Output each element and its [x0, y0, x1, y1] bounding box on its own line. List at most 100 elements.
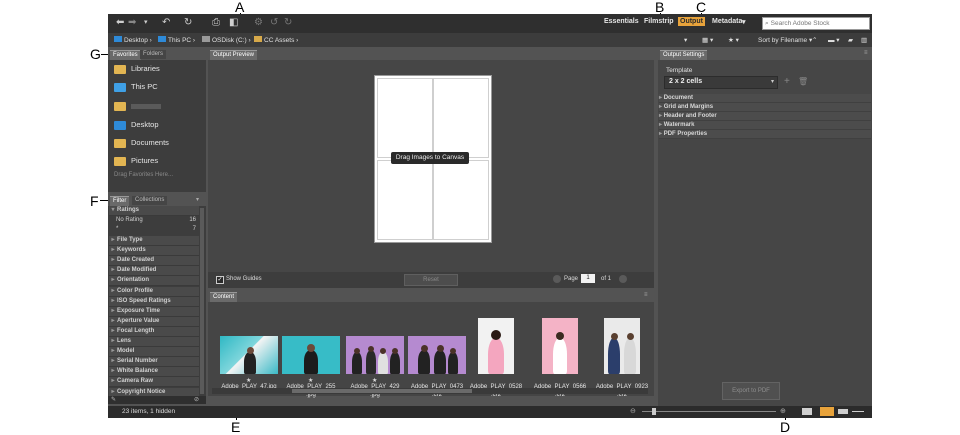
search-input[interactable]: ⌕ Search Adobe Stock [762, 17, 870, 30]
filter-one-star[interactable]: * 7 [116, 226, 196, 232]
filter-model[interactable]: ▸ Model [109, 347, 199, 358]
filter-date-created[interactable]: ▸ Date Created [109, 256, 199, 267]
thumbnail-image[interactable] [542, 318, 578, 374]
tab-filter[interactable]: Filter [110, 196, 130, 206]
workspace-essentials[interactable]: Essentials [604, 18, 639, 25]
tab-collections[interactable]: Collections [132, 196, 168, 205]
zoom-out-icon[interactable]: ⊖ [630, 407, 636, 415]
tab-output-preview[interactable]: Output Preview [210, 50, 258, 60]
section-watermark[interactable]: ▸ Watermark [659, 121, 871, 130]
content-scrollbar[interactable] [212, 388, 648, 394]
favorite-this-pc[interactable]: This PC [114, 80, 158, 94]
breadcrumb-desktop[interactable]: Desktop › [114, 36, 152, 44]
thumbnail-image[interactable] [346, 336, 404, 374]
filter-aperture-value[interactable]: ▸ Aperture Value [109, 316, 199, 327]
rating-filter-icon[interactable]: ★ ▾ [728, 36, 739, 44]
thumbnail-image[interactable] [478, 318, 514, 374]
tab-content[interactable]: Content [210, 292, 238, 302]
filter-orientation[interactable]: ▸ Orientation [109, 276, 199, 287]
favorite-libraries[interactable]: Libraries [114, 62, 160, 76]
section-header-and-footer[interactable]: ▸ Header and Footer [659, 112, 871, 121]
thumbnail-size-slider[interactable] [642, 408, 776, 415]
rotate-left-icon[interactable]: ↺ [270, 17, 278, 29]
workspace-metadata[interactable]: Metadata [712, 18, 742, 25]
section-pdf-properties[interactable]: ▸ PDF Properties [659, 130, 871, 139]
section-document[interactable]: ▸ Document [659, 94, 871, 103]
workspace-filmstrip[interactable]: Filmstrip [644, 18, 674, 25]
recent-folders-icon[interactable]: ▬ ▾ [828, 36, 840, 44]
filter-file-type[interactable]: ▸ File Type [109, 236, 199, 246]
tab-folders[interactable]: Folders [140, 50, 167, 59]
filter-camera-raw[interactable]: ▸ Camera Raw [109, 377, 199, 388]
rating-star[interactable]: ★ [246, 377, 251, 384]
rating-star[interactable]: ★ [308, 377, 313, 384]
view-thumbnails-icon[interactable]: ▦ ▾ [702, 36, 713, 44]
rotate-right-icon[interactable]: ↻ [284, 17, 292, 29]
preview-page[interactable]: Drag Images to Canvas [374, 75, 492, 243]
breadcrumb-osdisk[interactable]: OSDisk (C:) › [202, 36, 251, 44]
add-template-icon[interactable]: + [784, 76, 790, 87]
export-to-pdf-button[interactable]: Export to PDF [722, 382, 780, 400]
return-to-app-icon[interactable]: ↻ [184, 17, 192, 29]
view-details-icon[interactable] [838, 409, 848, 414]
filter-no-rating[interactable]: No Rating 16 [116, 217, 196, 223]
view-list-icon[interactable] [852, 411, 864, 412]
thumbnail-image[interactable] [282, 336, 340, 374]
section-grid-and-margins[interactable]: ▸ Grid and Margins [659, 103, 871, 112]
filter-ratings[interactable]: ▾ Ratings [109, 206, 199, 216]
page-input[interactable]: 1 [581, 274, 595, 283]
filter-serial-number[interactable]: ▸ Serial Number [109, 357, 199, 368]
filter-focal-length[interactable]: ▸ Focal Length [109, 326, 199, 337]
reveal-recent-icon[interactable]: ↶ [162, 17, 170, 29]
content-scroll-thumb[interactable] [292, 389, 472, 393]
get-photos-icon[interactable]: ⎙ [212, 17, 220, 29]
filter-exposure-time[interactable]: ▸ Exposure Time [109, 306, 199, 317]
favorite-documents[interactable]: Documents [114, 136, 169, 150]
sort-dropdown[interactable]: Sort by Filename ▾ [758, 36, 812, 44]
workspace-output[interactable]: Output [678, 17, 705, 26]
reset-button[interactable]: Reset [404, 274, 458, 286]
show-guides-checkbox[interactable]: ✓ [216, 276, 224, 284]
delete-icon[interactable]: ▥ [861, 36, 867, 44]
sort-order-icon[interactable]: ⌃ [812, 36, 817, 44]
rating-star[interactable]: ★ [372, 377, 377, 384]
clear-filter-icon[interactable]: ⊘ [194, 396, 199, 403]
history-dropdown-icon[interactable]: ▾ [144, 17, 148, 29]
filter-date-modified[interactable]: ▸ Date Modified [109, 266, 199, 277]
back-icon[interactable]: ⬅ [116, 17, 124, 29]
filter-lens[interactable]: ▸ Lens [109, 337, 199, 347]
thumbnail-image[interactable] [220, 336, 278, 374]
favorite-desktop[interactable]: Desktop [114, 118, 159, 132]
view-thumbnails-icon[interactable] [820, 407, 834, 416]
thumbnail-image[interactable] [408, 336, 466, 374]
open-in-camera-raw-icon[interactable]: ⚙ [254, 17, 263, 29]
new-folder-icon[interactable]: ▰ [848, 36, 853, 44]
content-menu-icon[interactable]: ≡ [644, 292, 648, 298]
boomerang-icon[interactable]: ▾ [684, 36, 687, 44]
next-page-icon[interactable] [619, 275, 627, 283]
breadcrumb-cc-assets[interactable]: CC Assets › [254, 36, 298, 44]
pin-icon[interactable]: ✎ [111, 396, 116, 403]
slider-handle[interactable] [652, 408, 656, 415]
delete-template-icon[interactable]: 🗑 [798, 77, 808, 86]
filter-keywords[interactable]: ▸ Keywords [109, 246, 199, 257]
settings-menu-icon[interactable]: ≡ [864, 50, 868, 56]
filter-iso-speed-ratings[interactable]: ▸ ISO Speed Ratings [109, 296, 199, 307]
favorite-user-folder[interactable] [114, 99, 161, 113]
tab-output-settings[interactable]: Output Settings [660, 50, 708, 60]
forward-icon[interactable]: ➡ [128, 17, 136, 29]
tab-favorites[interactable]: Favorites [110, 50, 141, 60]
filter-white-balance[interactable]: ▸ White Balance [109, 367, 199, 378]
workspace-menu-icon[interactable]: ▾ [742, 18, 746, 26]
breadcrumb-this-pc[interactable]: This PC › [158, 36, 195, 44]
zoom-in-icon[interactable]: ⊕ [780, 407, 786, 415]
template-select[interactable]: 2 x 2 cells ▾ [664, 76, 778, 89]
prev-page-icon[interactable] [553, 275, 561, 283]
favorite-pictures[interactable]: Pictures [114, 154, 158, 168]
refine-icon[interactable]: ◧ [229, 17, 238, 29]
filter-menu-icon[interactable]: ▾ [196, 196, 199, 203]
grid-lock-icon[interactable] [802, 408, 812, 415]
thumbnail-image[interactable] [604, 318, 640, 374]
filter-color-profile[interactable]: ▸ Color Profile [109, 286, 199, 297]
filter-scrollbar[interactable] [200, 208, 204, 394]
